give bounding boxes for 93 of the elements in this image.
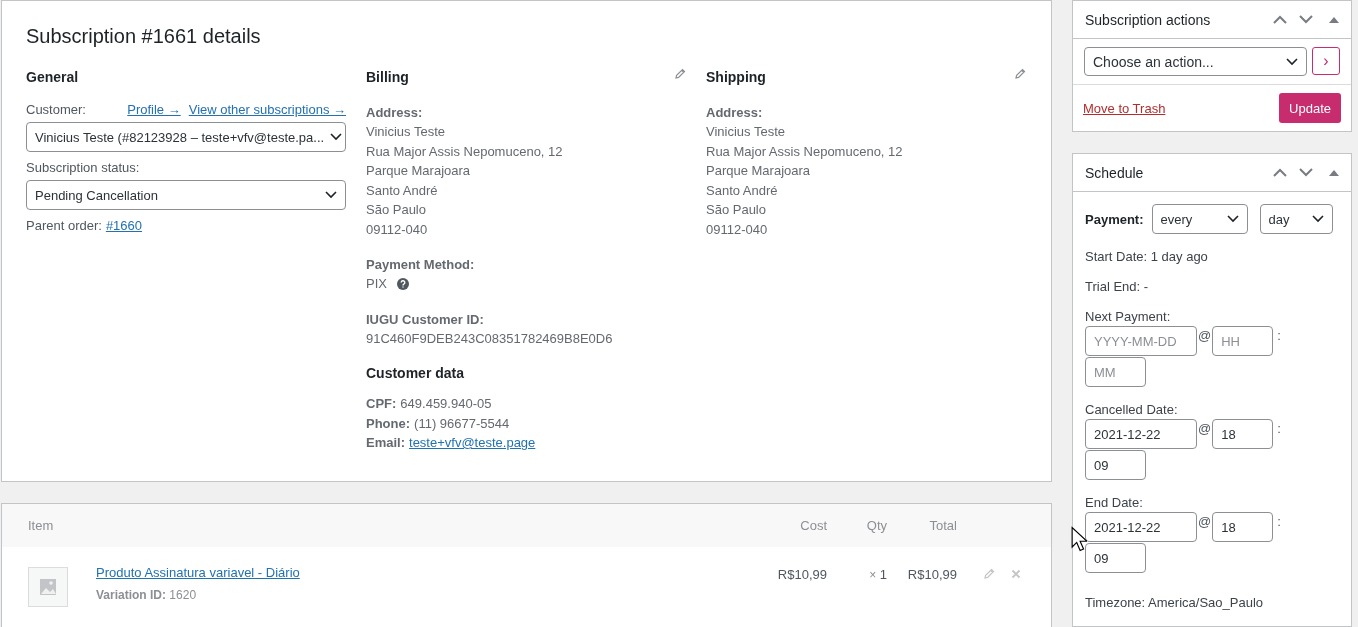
minute-field[interactable]: 09 <box>1085 543 1146 573</box>
colon-separator: : <box>1276 420 1282 436</box>
timezone-text: Timezone: America/Sao_Paulo <box>1085 595 1264 610</box>
field-label: Address: <box>366 104 424 122</box>
field-value: 1620 <box>169 588 197 602</box>
edit-icon[interactable] <box>1014 68 1026 80</box>
section-heading: Billing <box>366 68 409 86</box>
field-value: 09112-040 <box>366 220 429 239</box>
field-label: Customer: <box>26 101 86 119</box>
field-value: São Paulo <box>366 201 427 219</box>
interval-select[interactable]: every <box>1151 204 1248 234</box>
colon-separator: : <box>1276 513 1282 529</box>
field-label: Next Payment: <box>1085 309 1172 324</box>
field-label: Subscription status: <box>26 159 141 177</box>
move-up-icon[interactable] <box>1273 168 1287 177</box>
field-label: Variation ID: <box>96 588 166 602</box>
section-heading: Shipping <box>706 68 766 86</box>
column-header: Qty <box>865 518 887 533</box>
colon-separator: : <box>1276 327 1282 343</box>
column-header: Total <box>928 518 957 533</box>
field-value: Parque Marajoara <box>706 162 812 180</box>
at-sign: @ <box>1197 327 1213 343</box>
collapse-icon[interactable] <box>1329 16 1339 23</box>
field-value: Vinicius Teste <box>366 123 446 141</box>
date-field[interactable]: 2021-12-22 <box>1085 512 1197 542</box>
field-label: Payment: <box>1085 211 1144 227</box>
multiply-sign: × <box>869 568 877 582</box>
panel-title: Schedule <box>1085 164 1144 181</box>
panel-title: Subscription actions <box>1085 11 1211 28</box>
chevron-down-icon <box>1311 215 1324 223</box>
update-button[interactable]: Update <box>1279 93 1341 123</box>
customer-select[interactable]: Vinicius Teste (#82123928 – teste+vfv@teste.pa... <box>26 122 346 152</box>
minute-field[interactable]: 09 <box>1085 450 1146 480</box>
field-value: Parque Marajoara <box>366 162 472 180</box>
start-date-text: Start Date: 1 day ago <box>1085 249 1209 264</box>
field-value: 91C460F9DEB243C08351782469B8E0D6 <box>366 329 614 348</box>
field-label: End Date: <box>1085 495 1144 510</box>
edit-icon[interactable] <box>674 68 686 80</box>
trial-end-text: Trial End: - <box>1085 279 1150 294</box>
field-label: CPF: <box>366 396 397 411</box>
field-value: Vinicius Teste <box>706 123 786 141</box>
image-placeholder-icon <box>28 567 68 607</box>
move-down-icon[interactable] <box>1299 168 1313 177</box>
minute-field[interactable]: MM <box>1085 357 1146 387</box>
field-label: IUGU Customer ID: <box>366 310 485 329</box>
field-label: Parent order: <box>26 218 102 233</box>
field-label: Email: <box>366 435 405 450</box>
status-select[interactable]: Pending Cancellation <box>26 180 346 210</box>
chevron-down-icon <box>330 133 343 141</box>
trash-link[interactable]: Move to Trash <box>1083 100 1166 116</box>
customer-link[interactable]: View other subscriptions → <box>188 101 346 119</box>
field-value: São Paulo <box>706 201 767 219</box>
parent-order-link[interactable]: #1660 <box>105 218 143 233</box>
chevron-down-icon <box>1286 57 1298 66</box>
at-sign: @ <box>1197 420 1213 436</box>
move-down-icon[interactable] <box>1299 15 1313 24</box>
field-value: (11) 96677-5544 <box>414 415 510 431</box>
date-field[interactable]: YYYY-MM-DD <box>1085 326 1197 356</box>
field-value: Santo André <box>706 181 779 200</box>
field-label: Phone: <box>366 415 411 431</box>
product-link[interactable]: Produto Assinatura variavel - Diário <box>96 565 300 580</box>
field-value: Santo André <box>366 181 439 200</box>
hour-field[interactable]: 18 <box>1212 419 1274 449</box>
section-heading: General <box>26 68 80 86</box>
action-select[interactable]: Choose an action... <box>1084 47 1307 76</box>
table-cell-text: R$10,99 <box>776 566 827 584</box>
field-label: Address: <box>706 104 764 122</box>
customer-link[interactable]: Profile → <box>127 101 181 119</box>
field-label: Payment Method: <box>366 256 476 274</box>
at-sign: @ <box>1197 513 1213 529</box>
apply-button[interactable]: › <box>1312 47 1340 75</box>
move-up-icon[interactable] <box>1273 15 1287 24</box>
period-select[interactable]: day <box>1259 204 1333 234</box>
table-cell-text: R$10,99 <box>906 566 957 584</box>
field-label: Cancelled Date: <box>1085 402 1179 417</box>
date-field[interactable]: 2021-12-22 <box>1085 419 1197 449</box>
hour-field[interactable]: 18 <box>1212 512 1274 542</box>
help-icon[interactable] <box>396 277 409 290</box>
page-title: Subscription #1661 details <box>26 25 262 48</box>
email-link[interactable]: teste+vfv@teste.page <box>409 435 536 450</box>
table-cell: 1 <box>879 567 887 582</box>
hour-field[interactable]: HH <box>1212 326 1274 356</box>
field-value: Rua Major Assis Nepomuceno, 12 <box>706 142 904 161</box>
column-header: Cost <box>799 518 827 533</box>
chevron-down-icon <box>1226 215 1239 223</box>
field-value: Rua Major Assis Nepomuceno, 12 <box>366 142 564 161</box>
section-heading: Customer data <box>366 364 466 382</box>
field-value: PIX <box>366 275 387 293</box>
collapse-icon[interactable] <box>1329 169 1339 176</box>
column-header: Item <box>28 518 55 533</box>
chevron-down-icon <box>325 191 337 199</box>
field-value: 649.459.940-05 <box>400 396 492 411</box>
field-value: 09112-040 <box>706 220 769 239</box>
